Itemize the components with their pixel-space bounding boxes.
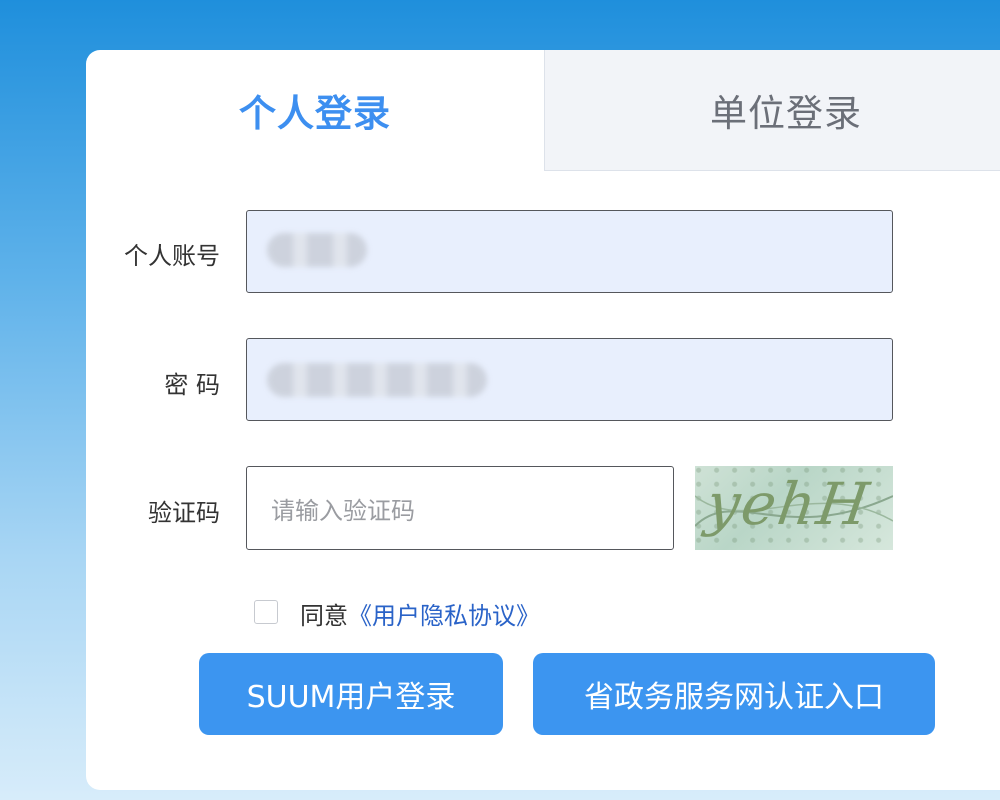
captcha-label: 验证码: [148, 499, 220, 527]
privacy-policy-link[interactable]: 《用户隐私协议》: [348, 602, 540, 630]
account-value-masked: [267, 233, 367, 267]
captcha-text: yehH: [702, 470, 875, 538]
password-value-masked: [267, 363, 487, 397]
agreement-text: 同意《用户隐私协议》: [300, 596, 540, 631]
agree-checkbox[interactable]: [254, 600, 278, 624]
login-card: 个人登录 单位登录 个人账号 密 码 验证码 请输入验证码 yehH 同意《用户…: [86, 50, 1000, 790]
password-label: 密 码: [164, 371, 220, 399]
account-label: 个人账号: [124, 242, 220, 270]
account-input[interactable]: [246, 210, 893, 293]
tab-personal-login[interactable]: 个人登录: [86, 50, 544, 170]
captcha-image[interactable]: yehH: [695, 466, 893, 550]
agreement-prefix: 同意: [300, 602, 348, 630]
tab-unit-login[interactable]: 单位登录: [544, 50, 1000, 171]
suum-login-button[interactable]: SUUM用户登录: [199, 653, 503, 735]
captcha-input[interactable]: 请输入验证码: [246, 466, 674, 550]
captcha-placeholder: 请输入验证码: [271, 496, 415, 525]
password-input[interactable]: [246, 338, 893, 421]
gov-service-login-button[interactable]: 省政务服务网认证入口: [533, 653, 935, 735]
